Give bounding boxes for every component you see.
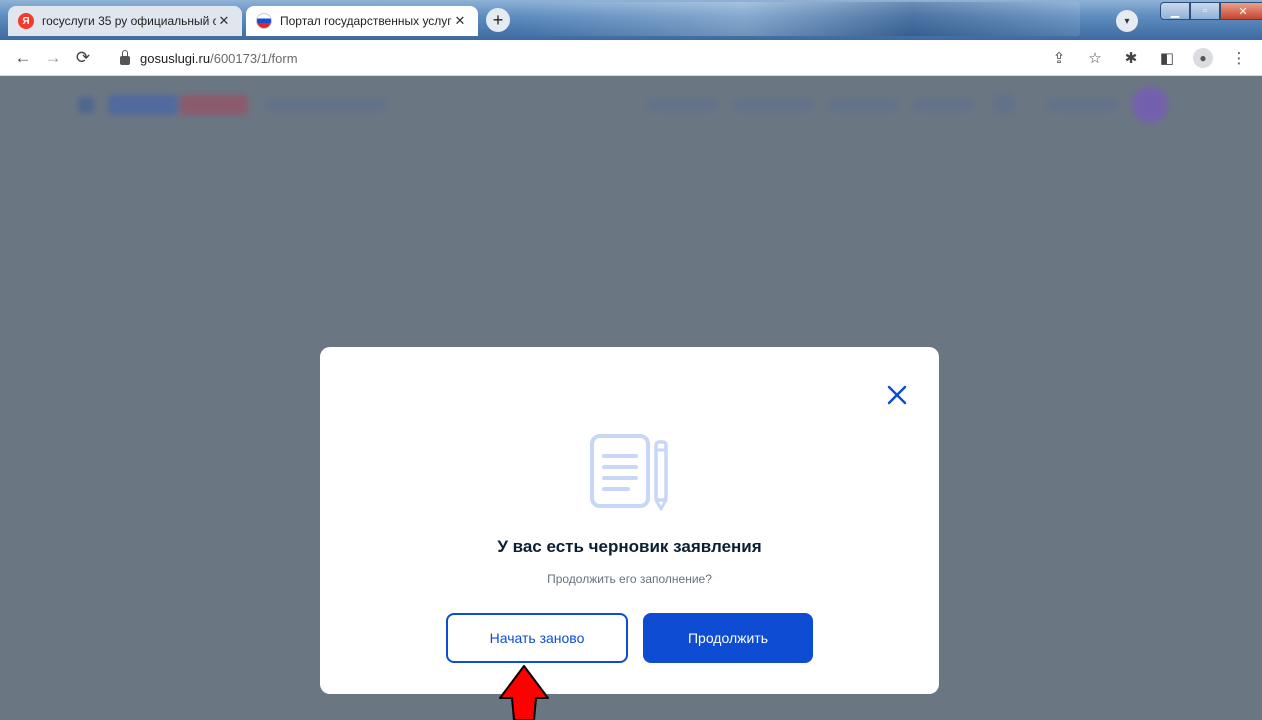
toolbar-actions: ⇪ ☆ ✱ ◧ ● ⋮ — [1048, 46, 1250, 70]
avatar: ● — [1193, 48, 1213, 68]
blurred-site-header — [8, 77, 1254, 137]
nav-link — [648, 99, 718, 111]
logo-accent — [180, 95, 248, 115]
search-icon — [993, 93, 1015, 115]
extensions-puzzle-icon[interactable]: ✱ — [1120, 47, 1142, 69]
address-bar[interactable]: gosuslugi.ru/600173/1/form — [108, 44, 1108, 72]
yandex-icon: Я — [18, 13, 34, 29]
maximize-button[interactable]: ▫ — [1190, 2, 1220, 20]
menu-icon — [78, 97, 94, 113]
close-icon[interactable]: ✕ — [452, 13, 468, 29]
url-host: gosuslugi.ru — [140, 50, 211, 66]
tab-strip: Я госуслуги 35 ру официальный с ✕ Портал… — [0, 0, 1262, 40]
document-draft-icon — [590, 434, 668, 511]
tab-title: госуслуги 35 ру официальный с — [42, 14, 216, 28]
nav-link — [733, 99, 813, 111]
window-controls: ▁ ▫ ✕ — [1160, 2, 1262, 20]
russia-flag-icon — [256, 13, 272, 29]
star-icon[interactable]: ☆ — [1084, 47, 1106, 69]
location-text — [266, 99, 386, 111]
back-button[interactable]: ← — [10, 45, 36, 71]
browser-window: Я госуслуги 35 ру официальный с ✕ Портал… — [0, 0, 1262, 720]
tab-gosuslugi-35[interactable]: Я госуслуги 35 ру официальный с ✕ — [8, 6, 242, 36]
tab-search-chevron-icon[interactable]: ▾ — [1116, 10, 1138, 32]
logo — [108, 95, 178, 115]
dialog-title: У вас есть черновик заявления — [497, 537, 762, 556]
restart-button[interactable]: Начать заново — [446, 613, 628, 663]
menu-kebab-icon[interactable]: ⋮ — [1228, 47, 1250, 69]
profile-icon[interactable]: ● — [1192, 47, 1214, 69]
draft-dialog — [320, 347, 939, 694]
reload-button[interactable]: ⟳ — [70, 45, 96, 71]
close-icon[interactable] — [884, 382, 910, 408]
close-icon[interactable]: ✕ — [216, 13, 232, 29]
minimize-button[interactable]: ▁ — [1160, 2, 1190, 20]
browser-toolbar: ← → ⟳ gosuslugi.ru/600173/1/form ⇪ ☆ ✱ ◧… — [0, 40, 1262, 76]
continue-button[interactable]: Продолжить — [643, 613, 813, 663]
lock-icon — [120, 49, 130, 65]
window-close-button[interactable]: ✕ — [1220, 2, 1262, 20]
new-tab-button[interactable]: + — [486, 8, 510, 32]
user-name — [1048, 99, 1118, 111]
annotation-arrow-icon — [499, 665, 549, 720]
nav-link — [913, 99, 973, 111]
share-icon[interactable]: ⇪ — [1048, 47, 1070, 69]
avatar — [1132, 87, 1168, 123]
url-path: /600173/1/form — [210, 50, 298, 66]
window-background — [520, 2, 1080, 36]
forward-button[interactable]: → — [40, 45, 66, 71]
dialog-subtitle: Продолжить его заполнение? — [547, 572, 712, 586]
tab-gosuslugi-portal[interactable]: Портал государственных услуг Р ✕ — [246, 6, 478, 36]
tab-title: Портал государственных услуг Р — [280, 14, 452, 28]
nav-link — [828, 99, 898, 111]
side-panel-icon[interactable]: ◧ — [1156, 47, 1178, 69]
